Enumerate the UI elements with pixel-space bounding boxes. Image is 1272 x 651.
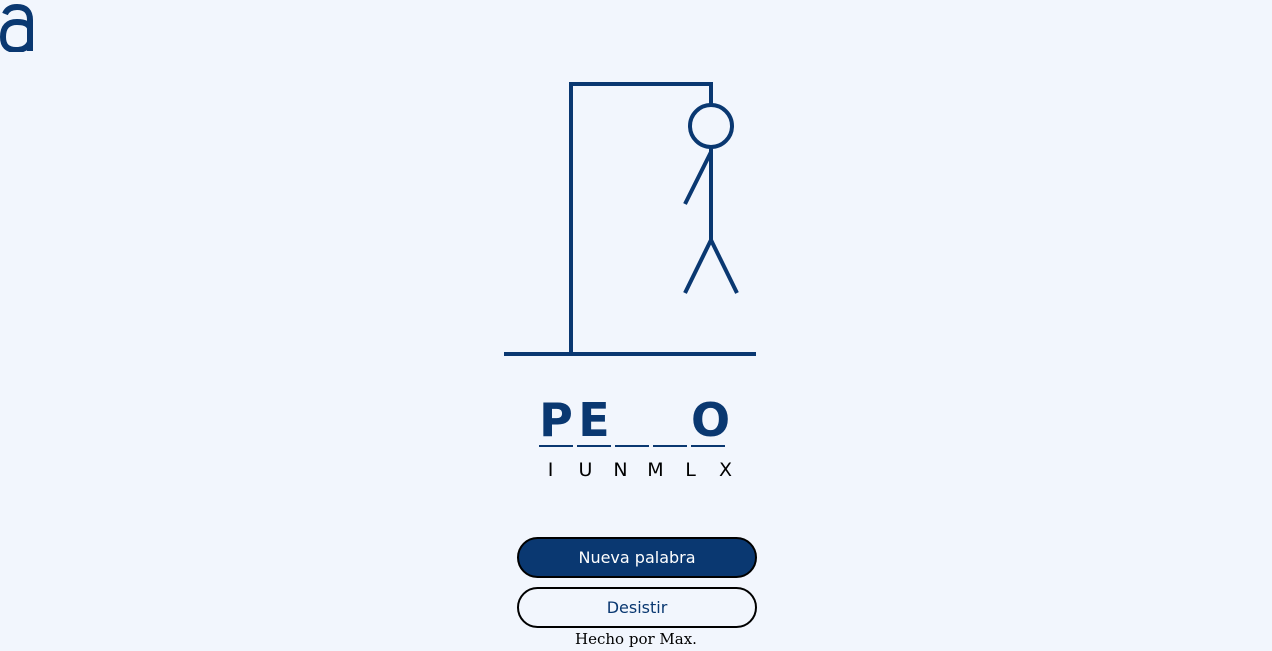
give-up-button[interactable]: Desistir [517, 587, 757, 628]
word-slots: P E O [539, 393, 731, 449]
wrong-letter: M [647, 459, 664, 481]
hangman-head [688, 103, 734, 149]
footer-credit: Hecho por Max. [575, 630, 697, 648]
hangman-left-leg [683, 239, 713, 294]
hangman-left-arm [683, 151, 713, 205]
wrong-letter: X [718, 459, 733, 481]
wrong-letter: U [578, 459, 593, 481]
letter-slot [653, 393, 687, 447]
hangman-right-leg [709, 239, 739, 294]
wrong-letter: N [613, 459, 628, 481]
wrong-letter: I [547, 459, 554, 481]
wrong-letters: I U N M L X [533, 459, 743, 481]
wrong-letter: L [685, 459, 696, 481]
letter-slot: P [539, 393, 573, 447]
letter-slot: O [691, 393, 731, 447]
hangman-drawing [500, 78, 760, 360]
letter-slot [615, 393, 649, 447]
alura-logo-icon [0, 3, 34, 54]
letter-slot: E [577, 393, 611, 447]
new-word-button[interactable]: Nueva palabra [517, 537, 757, 578]
